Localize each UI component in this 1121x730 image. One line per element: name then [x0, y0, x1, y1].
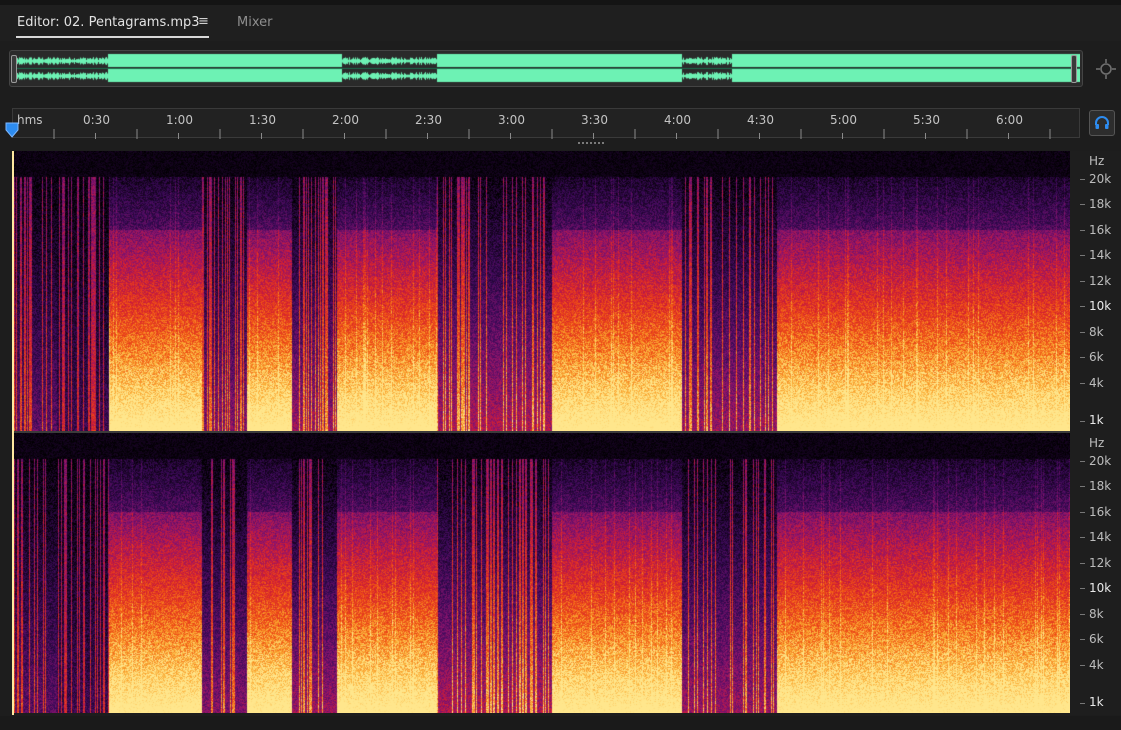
hz-tick [1080, 179, 1085, 180]
ruler-label: 5:00 [830, 113, 857, 127]
active-tab-underline [16, 36, 209, 38]
hz-tick [1080, 332, 1085, 333]
monitor-button[interactable] [1089, 110, 1115, 136]
hz-label: 8k [1089, 607, 1104, 621]
hz-tick [1080, 281, 1085, 282]
hz-label: 6k [1089, 632, 1104, 646]
hz-label: 14k [1089, 248, 1112, 262]
hz-label: 18k [1089, 479, 1112, 493]
overview-left-handle[interactable] [11, 55, 17, 83]
ruler-label: 0:30 [83, 113, 110, 127]
panel-resize-grip[interactable] [578, 141, 606, 147]
zoom-to-selection-icon[interactable] [1094, 57, 1118, 81]
ruler-label: 2:30 [415, 113, 442, 127]
hz-label: 4k [1089, 376, 1104, 390]
bottom-status-strip [0, 716, 1121, 730]
frequency-scale-left[interactable]: Hz 20k 18k 16k 14k 12k 10k 8k 6k 4k 1k [1070, 151, 1121, 433]
ruler-unit-label: hms [17, 113, 43, 127]
spectrogram-canvas-right [12, 433, 1070, 713]
overview-waveform [12, 53, 1080, 84]
spectrogram-canvas-left [12, 151, 1070, 431]
hz-tick [1080, 665, 1085, 666]
hz-label: 20k [1089, 172, 1112, 186]
ruler-label: 1:30 [249, 113, 276, 127]
hz-label: 12k [1089, 556, 1112, 570]
hz-label: 18k [1089, 197, 1112, 211]
hz-tick [1080, 512, 1085, 513]
hz-label: 1k [1089, 695, 1104, 709]
hz-tick [1080, 588, 1085, 589]
ruler-label: 3:00 [498, 113, 525, 127]
waveform-overview[interactable] [9, 50, 1083, 87]
hz-label: 4k [1089, 658, 1104, 672]
playhead-marker-icon[interactable] [5, 122, 19, 138]
hamburger-menu-icon[interactable]: ≡ [198, 14, 209, 29]
hz-tick [1080, 563, 1085, 564]
panel-tab-bar: Editor: 02. Pentagrams.mp3 ≡ Mixer [0, 5, 1121, 41]
hz-tick [1080, 486, 1085, 487]
hz-tick [1080, 703, 1085, 704]
playhead-line [12, 151, 14, 715]
ruler-label: 5:30 [913, 113, 940, 127]
frequency-scale-right[interactable]: Hz 20k 18k 16k 14k 12k 10k 8k 6k 4k 1k [1070, 433, 1121, 715]
hz-label: 6k [1089, 350, 1104, 364]
tab-mixer[interactable]: Mixer [237, 15, 272, 30]
hz-tick [1080, 357, 1085, 358]
hz-label: 16k [1089, 505, 1112, 519]
overview-right-handle[interactable] [1071, 55, 1077, 83]
hz-label: 10k [1089, 581, 1112, 595]
ruler-label: 4:00 [664, 113, 691, 127]
hz-tick [1080, 461, 1085, 462]
hz-label: 8k [1089, 325, 1104, 339]
hz-tick [1080, 614, 1085, 615]
hz-tick [1080, 383, 1085, 384]
headphones-icon [1095, 116, 1109, 129]
hz-tick [1080, 255, 1085, 256]
spectrogram-channel-right[interactable] [12, 433, 1070, 713]
hz-label: 10k [1089, 299, 1112, 313]
hz-tick [1080, 537, 1085, 538]
hz-unit-label: Hz [1089, 436, 1105, 450]
tab-editor[interactable]: Editor: 02. Pentagrams.mp3 [17, 15, 200, 30]
hz-unit-label: Hz [1089, 154, 1105, 168]
spectrogram-channel-left[interactable] [12, 151, 1070, 431]
hz-label: 1k [1089, 413, 1104, 427]
hz-tick [1080, 230, 1085, 231]
hz-tick [1080, 639, 1085, 640]
hz-tick [1080, 306, 1085, 307]
ruler-label: 2:00 [332, 113, 359, 127]
ruler-label: 3:30 [581, 113, 608, 127]
ruler-label: 1:00 [166, 113, 193, 127]
hz-label: 20k [1089, 454, 1112, 468]
time-ruler[interactable]: hms 0:30 1:00 1:30 2:00 2:30 3:00 3:30 4… [12, 108, 1080, 139]
hz-tick [1080, 204, 1085, 205]
hz-label: 12k [1089, 274, 1112, 288]
hz-tick [1080, 421, 1085, 422]
ruler-label: 6:00 [996, 113, 1023, 127]
ruler-label: 4:30 [747, 113, 774, 127]
hz-label: 16k [1089, 223, 1112, 237]
hz-label: 14k [1089, 530, 1112, 544]
